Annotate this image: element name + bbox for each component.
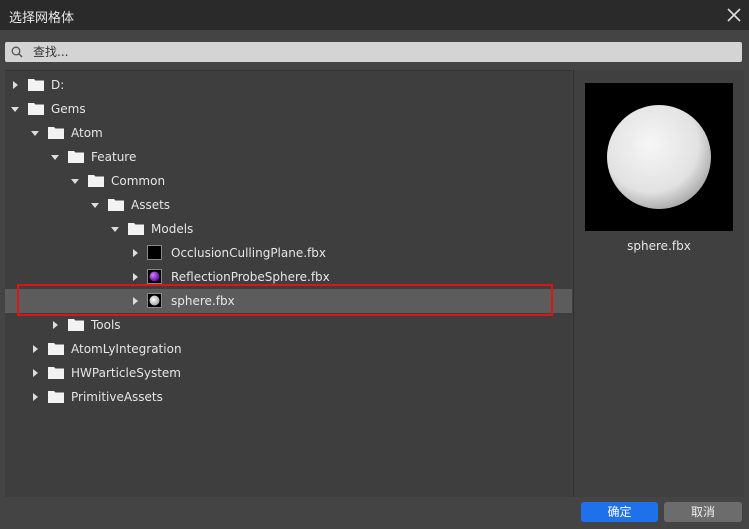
- asset-tree: D: Gems Atom Feature Common Assets Model…: [5, 70, 572, 498]
- tree-label-feature: Feature: [91, 150, 137, 164]
- tree-row-common[interactable]: Common: [5, 169, 572, 193]
- tree-row-tools[interactable]: Tools: [5, 313, 572, 337]
- tree-label-models: Models: [151, 222, 194, 236]
- tree-label-tools: Tools: [91, 318, 121, 332]
- search-bar[interactable]: [5, 42, 742, 62]
- tree-row-primitive-assets[interactable]: PrimitiveAssets: [5, 385, 572, 409]
- close-button[interactable]: [721, 2, 747, 28]
- black-plane-thumbnail: [147, 245, 162, 260]
- tree-label-d: D:: [51, 78, 65, 92]
- expanded-arrow-icon[interactable]: [110, 224, 120, 234]
- folder-icon: [48, 127, 64, 139]
- tree-label-hw-particle-system: HWParticleSystem: [71, 366, 181, 380]
- tree-row-assets[interactable]: Assets: [5, 193, 572, 217]
- collapsed-arrow-icon[interactable]: [30, 392, 40, 402]
- tree-label-atom: Atom: [71, 126, 103, 140]
- collapsed-arrow-icon[interactable]: [30, 344, 40, 354]
- expanded-arrow-icon[interactable]: [30, 128, 40, 138]
- tree-row-occlusion-culling-plane[interactable]: OcclusionCullingPlane.fbx: [5, 241, 572, 265]
- folder-icon: [68, 151, 84, 163]
- expanded-arrow-icon[interactable]: [90, 200, 100, 210]
- tree-row-hw-particle-system[interactable]: HWParticleSystem: [5, 361, 572, 385]
- preview-panel: sphere.fbx: [573, 70, 744, 497]
- folder-icon: [48, 343, 64, 355]
- expanded-arrow-icon[interactable]: [10, 104, 20, 114]
- collapsed-arrow-icon[interactable]: [50, 320, 60, 330]
- tree-label-assets: Assets: [131, 198, 171, 212]
- folder-icon: [28, 79, 44, 91]
- expanded-arrow-icon[interactable]: [70, 176, 80, 186]
- tree-label-common: Common: [111, 174, 166, 188]
- dialog-button-bar: 确定 取消: [0, 497, 749, 529]
- collapsed-arrow-icon[interactable]: [30, 368, 40, 378]
- tree-row-atom[interactable]: Atom: [5, 121, 572, 145]
- tree-row-feature[interactable]: Feature: [5, 145, 572, 169]
- tree-label-occlusion-culling-plane: OcclusionCullingPlane.fbx: [171, 246, 326, 260]
- tree-label-sphere: sphere.fbx: [171, 294, 235, 308]
- tree-row-sphere[interactable]: sphere.fbx: [5, 289, 572, 313]
- tree-label-gems: Gems: [51, 102, 86, 116]
- purple-sphere-thumbnail: [147, 269, 162, 284]
- close-icon: [727, 8, 741, 22]
- folder-icon: [48, 391, 64, 403]
- folder-icon: [68, 319, 84, 331]
- ok-button[interactable]: 确定: [581, 502, 658, 522]
- folder-icon: [128, 223, 144, 235]
- folder-icon: [48, 367, 64, 379]
- folder-icon: [108, 199, 124, 211]
- collapsed-arrow-icon[interactable]: [130, 272, 140, 282]
- search-icon: [11, 46, 23, 58]
- tree-label-primitive-assets: PrimitiveAssets: [71, 390, 163, 404]
- collapsed-arrow-icon[interactable]: [130, 248, 140, 258]
- folder-icon: [28, 103, 44, 115]
- tree-label-atomly-integration: AtomLyIntegration: [71, 342, 182, 356]
- white-sphere-thumbnail: [147, 293, 162, 308]
- tree-label-reflection-probe-sphere: ReflectionProbeSphere.fbx: [171, 270, 330, 284]
- collapsed-arrow-icon[interactable]: [10, 80, 20, 90]
- folder-icon: [88, 175, 104, 187]
- preview-thumbnail: [585, 83, 733, 231]
- window-title: 选择网格体: [9, 11, 75, 26]
- title-bar: 选择网格体: [0, 0, 749, 30]
- collapsed-arrow-icon[interactable]: [130, 296, 140, 306]
- tree-row-models[interactable]: Models: [5, 217, 572, 241]
- expanded-arrow-icon[interactable]: [50, 152, 60, 162]
- cancel-button[interactable]: 取消: [664, 502, 742, 522]
- tree-row-reflection-probe-sphere[interactable]: ReflectionProbeSphere.fbx: [5, 265, 572, 289]
- preview-filename: sphere.fbx: [627, 239, 691, 253]
- tree-row-atomly-integration[interactable]: AtomLyIntegration: [5, 337, 572, 361]
- tree-row-d[interactable]: D:: [5, 73, 572, 97]
- search-input[interactable]: [33, 42, 733, 62]
- tree-row-gems[interactable]: Gems: [5, 97, 572, 121]
